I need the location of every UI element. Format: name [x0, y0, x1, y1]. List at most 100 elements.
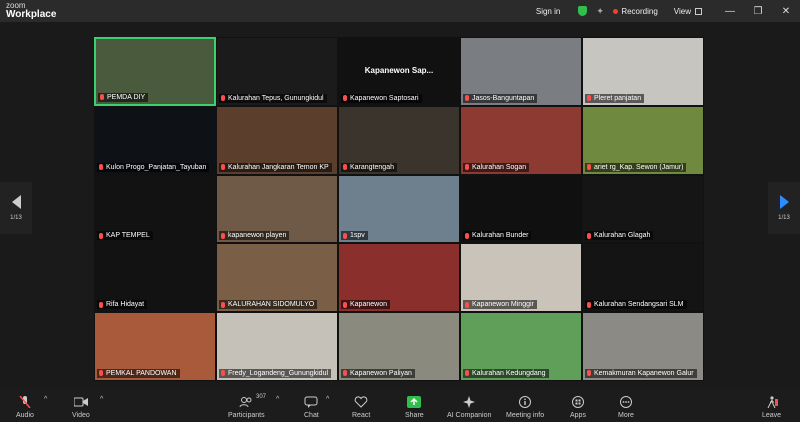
- apps-button[interactable]: Apps: [570, 388, 586, 422]
- meeting-toolbar: Audio ^ Video ^ Participants 307 ^ Chat …: [0, 388, 800, 422]
- mic-muted-icon: [221, 95, 225, 102]
- video-tile[interactable]: ariet rg_Kap. Sewon (Jamur): [582, 105, 704, 175]
- participant-name: Kemakmuran Kapanewon Galur: [594, 369, 694, 377]
- video-tile[interactable]: Kapanewon Sap... Kapanewon Saptosari: [338, 37, 460, 106]
- previous-page-button[interactable]: 1/13: [0, 182, 32, 234]
- participant-name: Kalurahan Glagah: [594, 232, 651, 240]
- video-tile[interactable]: Kalurahan Kedungdang: [460, 312, 582, 381]
- participant-name: Kulon Progo_Panjatan_Tayuban: [106, 163, 207, 171]
- video-tile[interactable]: Kalurahan Tepus, Gunungkidul: [216, 37, 338, 106]
- mic-muted-icon: [221, 301, 225, 308]
- mic-muted-icon: [99, 370, 103, 377]
- react-button[interactable]: React: [352, 388, 370, 422]
- participant-name-label: Kalurahan Glagah: [585, 231, 654, 241]
- security-shield-icon[interactable]: [578, 6, 588, 16]
- video-tile[interactable]: Jasos-Banguntapan: [460, 37, 582, 106]
- ai-sparkle-icon[interactable]: ✦: [596, 6, 605, 16]
- apps-label: Apps: [570, 412, 586, 419]
- mic-muted-icon: [343, 301, 347, 308]
- recording-dot-icon: [613, 8, 619, 14]
- video-tile[interactable]: Kalurahan Bunder: [460, 174, 582, 244]
- video-tile[interactable]: Kulon Progo_Panjatan_Tayuban: [94, 105, 216, 175]
- participant-name-label: Fredy_Logandeng_Gunungkidul: [219, 368, 332, 378]
- mic-muted-icon: [465, 232, 469, 239]
- mic-muted-icon: [587, 301, 591, 308]
- minimize-icon[interactable]: —: [716, 6, 744, 17]
- video-tile[interactable]: kapanewon playen: [216, 174, 338, 244]
- more-label: More: [618, 412, 634, 419]
- video-options-caret[interactable]: ^: [100, 396, 103, 403]
- mic-muted-icon: [343, 232, 347, 239]
- video-tile[interactable]: Kalurahan Jangkaran Temon KP: [216, 105, 338, 175]
- video-tile[interactable]: Pleret panjatan: [582, 37, 704, 106]
- mic-muted-icon: [587, 164, 591, 171]
- restore-icon[interactable]: ❐: [744, 6, 772, 17]
- mic-muted-icon: [343, 370, 347, 377]
- video-tile[interactable]: KAP TEMPEL: [94, 174, 216, 244]
- video-tile[interactable]: 1spv: [338, 174, 460, 244]
- mic-muted-icon: [343, 95, 347, 102]
- video-tile[interactable]: Kalurahan Sendangsari SLM: [582, 243, 704, 313]
- chat-options-caret[interactable]: ^: [326, 396, 329, 403]
- participant-name-label: Kapanewon Paliyan: [341, 368, 415, 378]
- participant-name-label: Kulon Progo_Panjatan_Tayuban: [97, 162, 210, 172]
- video-tile[interactable]: Karangtengah: [338, 105, 460, 175]
- video-tile[interactable]: KALURAHAN SIDOMULYO: [216, 243, 338, 313]
- view-grid-icon[interactable]: [695, 7, 702, 15]
- participant-name: Jasos-Banguntapan: [472, 94, 535, 102]
- people-icon: [239, 397, 252, 408]
- video-tile[interactable]: Kapanewon Paliyan: [338, 312, 460, 381]
- participant-name-label: 1spv: [341, 231, 368, 241]
- participant-name: kapanewon playen: [228, 232, 287, 240]
- react-label: React: [352, 412, 371, 419]
- audio-options-caret[interactable]: ^: [44, 396, 47, 403]
- video-tile[interactable]: Kapanewon: [338, 243, 460, 313]
- participant-name: Kapanewon Minggir: [472, 301, 534, 309]
- participant-name: KAP TEMPEL: [106, 232, 150, 240]
- participant-name-label: Kapanewon Minggir: [463, 300, 537, 310]
- share-button[interactable]: Share: [405, 388, 424, 422]
- recording-label[interactable]: Recording: [621, 7, 657, 16]
- chat-label: Chat: [304, 412, 319, 419]
- participant-name: Rifa Hidayat: [106, 301, 145, 309]
- leave-icon: [767, 396, 778, 408]
- leave-button[interactable]: Leave: [762, 388, 781, 422]
- participant-name-label: Kalurahan Sogan: [463, 162, 530, 172]
- more-button[interactable]: More: [618, 388, 634, 422]
- chevron-right-icon: [779, 195, 789, 209]
- participant-name-label: Kapanewon: [341, 300, 390, 310]
- participant-name: Kalurahan Tepus, Gunungkidul: [228, 94, 324, 102]
- sign-in-link[interactable]: Sign in: [536, 7, 560, 16]
- audio-button[interactable]: Audio: [16, 388, 34, 422]
- mic-muted-icon: [587, 232, 591, 239]
- audio-label: Audio: [16, 412, 34, 419]
- participant-name-label: Pleret panjatan: [585, 93, 645, 103]
- close-icon[interactable]: ✕: [772, 6, 800, 17]
- participants-options-caret[interactable]: ^: [276, 396, 279, 403]
- mic-muted-icon: [465, 95, 469, 102]
- participant-name: Kapanewon Paliyan: [350, 369, 412, 377]
- participant-name-label: KAP TEMPEL: [97, 231, 153, 241]
- video-button[interactable]: Video: [72, 388, 90, 422]
- participant-name: KALURAHAN SIDOMULYO: [228, 301, 315, 309]
- apps-icon: [571, 396, 584, 408]
- next-page-button[interactable]: 1/13: [768, 182, 800, 234]
- participant-name-label: PEMKAL PANDOWAN: [97, 368, 180, 378]
- meeting-info-button[interactable]: Meeting info: [506, 388, 544, 422]
- video-tile[interactable]: Kemakmuran Kapanewon Galur: [582, 312, 704, 381]
- participant-name: Kalurahan Sogan: [472, 163, 527, 171]
- chat-button[interactable]: Chat: [304, 388, 319, 422]
- participant-name-label: Kalurahan Bunder: [463, 231, 532, 241]
- participant-name-label: Kalurahan Sendangsari SLM: [585, 300, 687, 310]
- participant-name: Kalurahan Sendangsari SLM: [594, 301, 684, 309]
- mic-muted-icon: [465, 164, 469, 171]
- ai-companion-button[interactable]: AI Companion: [447, 388, 491, 422]
- video-tile[interactable]: Fredy_Logandeng_Gunungkidul: [216, 312, 338, 381]
- video-tile[interactable]: Kalurahan Glagah: [582, 174, 704, 244]
- video-tile[interactable]: Rifa Hidayat: [94, 243, 216, 313]
- view-label[interactable]: View: [674, 7, 691, 16]
- video-tile[interactable]: Kapanewon Minggir: [460, 243, 582, 313]
- video-tile[interactable]: PEMKAL PANDOWAN: [94, 312, 216, 381]
- video-tile[interactable]: Kalurahan Sogan: [460, 105, 582, 175]
- video-tile[interactable]: PEMDA DIY: [94, 37, 216, 106]
